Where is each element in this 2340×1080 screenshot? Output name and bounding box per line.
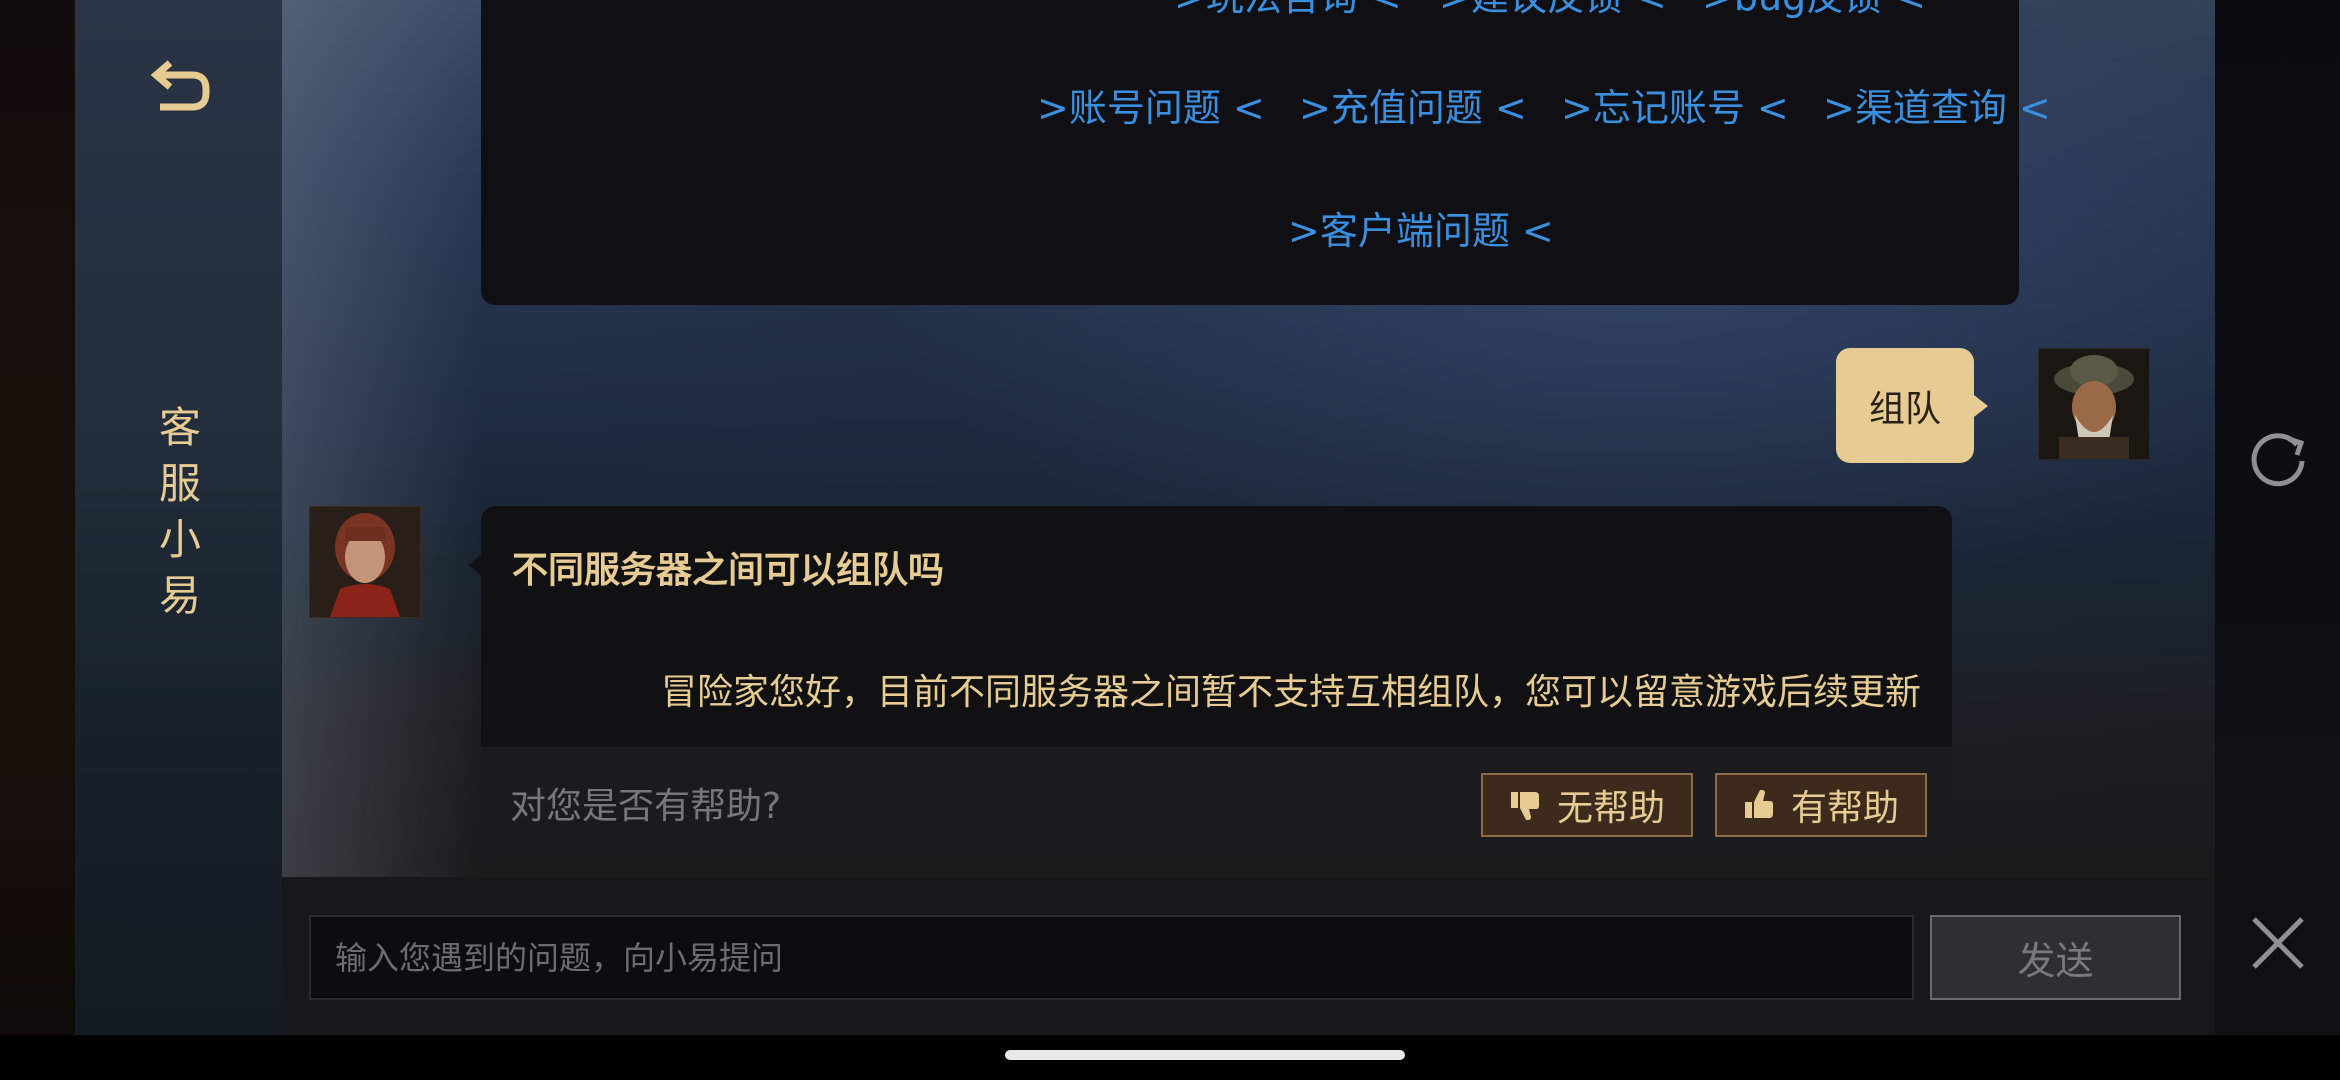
refresh-button[interactable] <box>2245 425 2311 491</box>
close-icon <box>2252 917 2304 969</box>
chat-area[interactable]: >玩法咨询 < >建议反馈 < >bug反馈 < >账号问题 < >充值问题 <… <box>282 0 2215 877</box>
thumbs-up-icon <box>1744 790 1773 818</box>
answer-bubble: 不同服务器之间可以组队吗 冒险家您好，目前不同服务器之间暂不支持互相组队，您可以… <box>481 506 1952 862</box>
home-indicator[interactable] <box>1005 1050 1405 1060</box>
not-helpful-label: 无帮助 <box>1556 788 1665 829</box>
question-input[interactable] <box>309 915 1914 1000</box>
close-button[interactable] <box>2245 910 2311 976</box>
back-arrow-icon <box>150 60 210 111</box>
quick-link-channel[interactable]: >渠道查询 < <box>1823 77 2051 132</box>
quick-link-recharge[interactable]: >充值问题 < <box>1299 77 1527 132</box>
quick-menu-bubble: >玩法咨询 < >建议反馈 < >bug反馈 < >账号问题 < >充值问题 <… <box>481 0 2051 305</box>
quick-link-client[interactable]: >客户端问题 < <box>1288 200 1554 255</box>
input-bar: 发送 <box>282 877 2215 1035</box>
quick-link-bug[interactable]: >bug反馈 < <box>1702 0 1926 21</box>
answer-question: 不同服务器之间可以组队吗 <box>512 550 945 591</box>
quick-link-account[interactable]: >账号问题 < <box>1037 77 1265 132</box>
answer-text: 冒险家您好，目前不同服务器之间暂不支持互相组队，您可以留意游戏后续更新 <box>660 672 1921 713</box>
quick-link-suggestion[interactable]: >建议反馈 < <box>1439 0 1667 21</box>
send-button[interactable]: 发送 <box>1930 915 2181 1000</box>
helpful-label: 有帮助 <box>1790 788 1899 829</box>
user-message-bubble: 组队 <box>1836 348 1988 463</box>
sidebar-title-char: 易 <box>158 571 201 620</box>
assistant-avatar <box>309 506 421 618</box>
user-avatar <box>2038 348 2150 460</box>
sidebar-title-char: 小 <box>158 515 201 564</box>
answer-bubble-tail <box>468 554 482 576</box>
thumbs-down-icon <box>1510 792 1539 820</box>
helpful-button[interactable]: 有帮助 <box>1715 773 1927 837</box>
feedback-prompt: 对您是否有帮助? <box>510 786 782 827</box>
sidebar-title: 客 服 小 易 <box>145 400 215 624</box>
refresh-icon <box>2251 433 2305 487</box>
right-edge-strip <box>2215 0 2340 1035</box>
user-message-text: 组队 <box>1868 388 1941 430</box>
feedback-row: 对您是否有帮助? 无帮助 有帮助 <box>481 747 1952 862</box>
left-edge-strip <box>0 0 75 1080</box>
back-button[interactable] <box>145 50 215 120</box>
not-helpful-button[interactable]: 无帮助 <box>1481 773 1693 837</box>
send-label: 发送 <box>2017 939 2094 983</box>
sidebar-title-char: 客 <box>158 403 201 452</box>
quick-link-gameplay[interactable]: >玩法咨询 < <box>1174 0 1402 21</box>
sidebar-title-char: 服 <box>158 459 201 508</box>
quick-link-forgot-account[interactable]: >忘记账号 < <box>1561 77 1789 132</box>
